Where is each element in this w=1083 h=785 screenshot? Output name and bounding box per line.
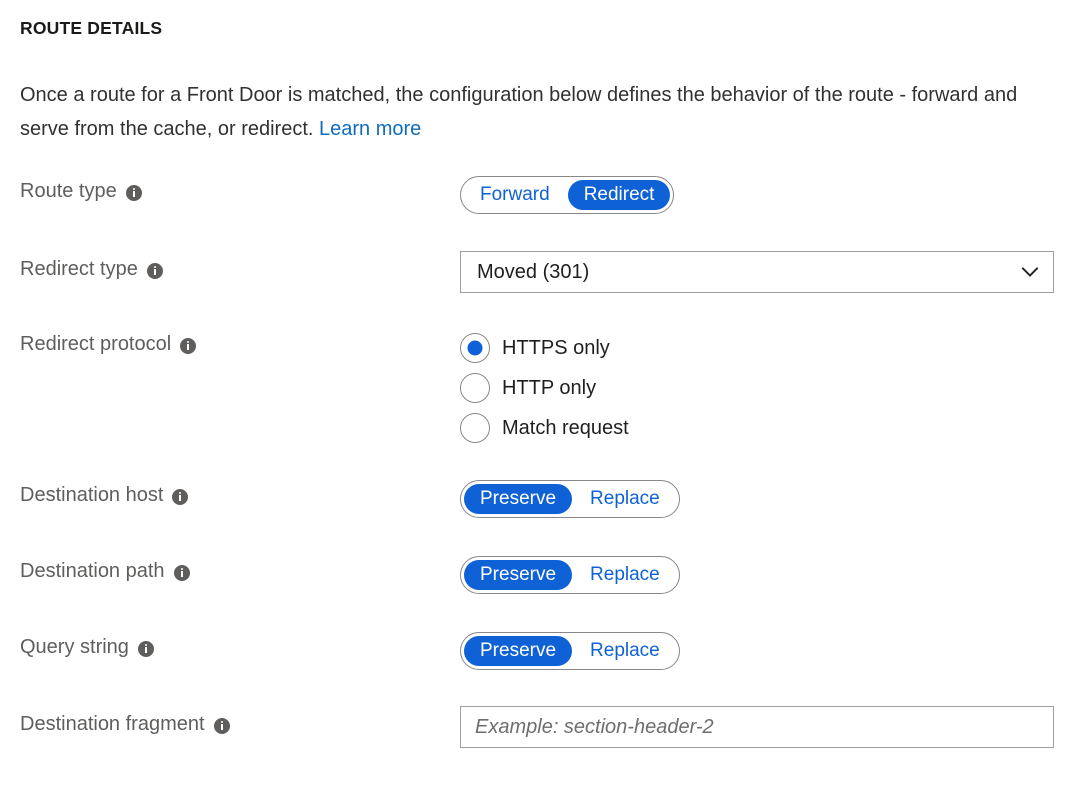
query-string-option-preserve[interactable]: Preserve [464,636,572,666]
radio-option-match-request[interactable]: Match request [460,408,629,448]
section-description-text: Once a route for a Front Door is matched… [20,84,1017,140]
section-description: Once a route for a Front Door is matched… [20,78,1060,146]
radio-option-label: HTTP only [502,377,596,400]
info-icon[interactable] [147,263,163,279]
info-icon[interactable] [126,185,142,201]
destination-host-option-preserve[interactable]: Preserve [464,484,572,514]
route-type-label: Route type [20,180,142,203]
destination-path-label: Destination path [20,560,190,583]
redirect-protocol-label: Redirect protocol [20,333,196,356]
route-details-panel: ROUTE DETAILS Once a route for a Front D… [0,0,1083,785]
redirect-type-select[interactable]: Moved (301) [460,251,1054,293]
destination-fragment-label-text: Destination fragment [20,713,205,736]
destination-host-option-replace[interactable]: Replace [574,484,676,514]
destination-fragment-input[interactable] [460,706,1054,748]
query-string-label-text: Query string [20,636,129,659]
redirect-protocol-radio-group: HTTPS only HTTP only Match request [460,328,629,448]
info-icon[interactable] [174,565,190,581]
destination-path-toggle[interactable]: Preserve Replace [460,556,680,594]
destination-path-label-text: Destination path [20,560,165,583]
route-type-toggle[interactable]: Forward Redirect [460,176,674,214]
destination-host-toggle[interactable]: Preserve Replace [460,480,680,518]
radio-circle-icon [460,333,490,363]
redirect-type-label-text: Redirect type [20,258,138,281]
learn-more-link[interactable]: Learn more [319,118,421,140]
info-icon[interactable] [138,641,154,657]
info-icon[interactable] [180,338,196,354]
destination-host-label: Destination host [20,484,188,507]
radio-circle-icon [460,413,490,443]
destination-host-label-text: Destination host [20,484,163,507]
chevron-down-icon [1021,263,1039,281]
radio-circle-icon [460,373,490,403]
radio-option-https-only[interactable]: HTTPS only [460,328,629,368]
destination-path-option-replace[interactable]: Replace [574,560,676,590]
info-icon[interactable] [214,718,230,734]
page-title: ROUTE DETAILS [20,18,162,39]
route-type-option-forward[interactable]: Forward [464,180,566,210]
info-icon[interactable] [172,489,188,505]
radio-option-label: HTTPS only [502,337,610,360]
route-type-label-text: Route type [20,180,117,203]
destination-fragment-label: Destination fragment [20,713,230,736]
destination-path-option-preserve[interactable]: Preserve [464,560,572,590]
query-string-label: Query string [20,636,154,659]
route-type-option-redirect[interactable]: Redirect [568,180,671,210]
redirect-type-selected-value: Moved (301) [477,261,589,284]
radio-option-http-only[interactable]: HTTP only [460,368,629,408]
redirect-protocol-label-text: Redirect protocol [20,333,171,356]
query-string-option-replace[interactable]: Replace [574,636,676,666]
query-string-toggle[interactable]: Preserve Replace [460,632,680,670]
radio-option-label: Match request [502,417,629,440]
redirect-type-label: Redirect type [20,258,163,281]
